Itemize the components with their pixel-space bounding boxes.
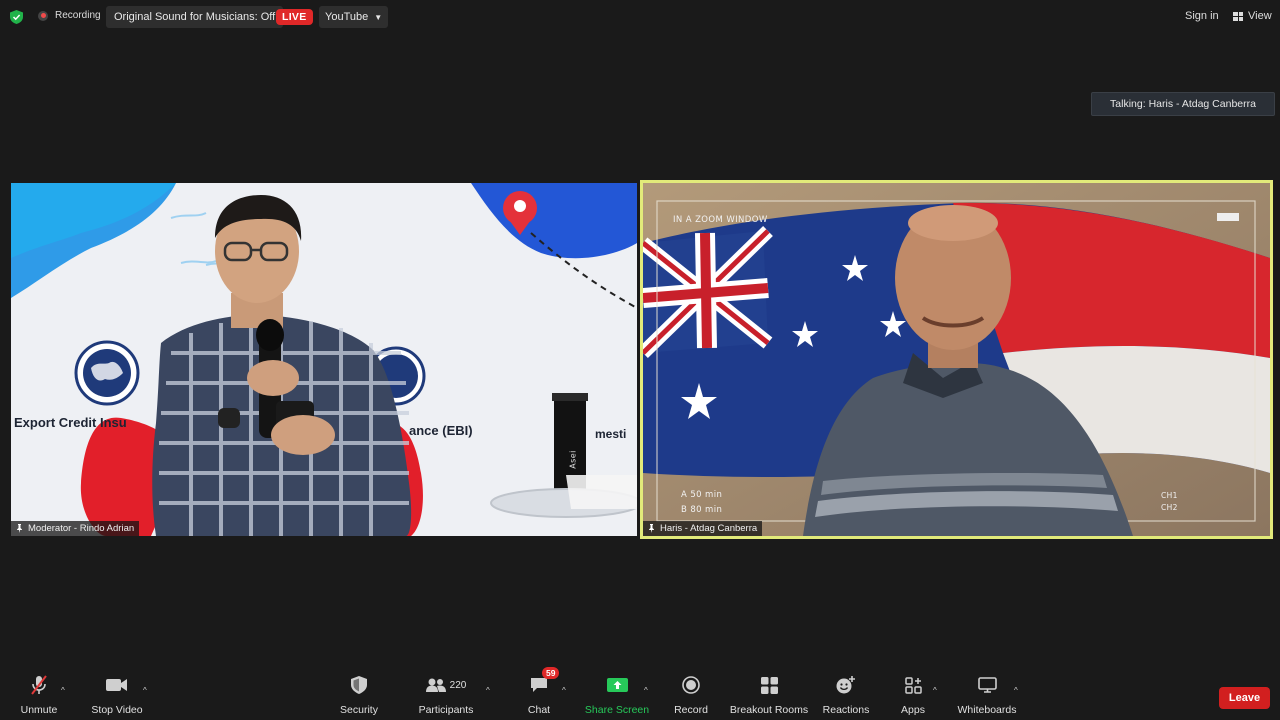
apps-button[interactable]: Apps <box>900 672 926 720</box>
participant-name-tag: Haris - Atdag Canberra <box>643 521 763 536</box>
record-button[interactable]: Record <box>674 672 708 720</box>
talking-indicator: Talking: Haris - Atdag Canberra <box>1091 92 1275 116</box>
leave-button[interactable]: Leave <box>1219 687 1270 709</box>
chat-label: Chat <box>527 704 551 716</box>
chat-bubble-icon <box>531 678 547 692</box>
security-shield-icon <box>351 676 367 694</box>
whiteboard-icon <box>977 677 997 693</box>
share-screen-label: Share Screen <box>584 704 650 716</box>
moderator-video-feed <box>11 183 637 536</box>
reactions-button[interactable]: Reactions <box>823 672 869 720</box>
video-camera-icon <box>106 679 127 691</box>
recording-label: Recording <box>55 10 101 21</box>
overlay-ch1: CH1 <box>1161 491 1178 500</box>
original-sound-button[interactable]: Original Sound for Musicians: Off <box>106 6 284 28</box>
whiteboards-options-caret-icon[interactable]: ^ <box>1014 686 1018 695</box>
banner-text-left: Export Credit Insu <box>14 415 127 430</box>
participant-name: Haris - Atdag Canberra <box>660 523 758 534</box>
whiteboards-label: Whiteboards <box>957 704 1017 716</box>
video-tile-moderator[interactable]: Export Credit Insu ance (EBI) mesti Asei… <box>11 183 637 536</box>
chat-button[interactable]: 59 Chat <box>524 667 560 720</box>
share-screen-button[interactable]: Share Screen <box>584 672 650 720</box>
breakout-rooms-icon <box>760 676 778 694</box>
view-button[interactable]: View <box>1233 10 1272 22</box>
live-badge[interactable]: LIVE <box>276 9 313 25</box>
apps-label: Apps <box>901 704 925 716</box>
top-bar: Recording Original Sound for Musicians: … <box>0 0 1280 34</box>
apps-icon <box>904 676 922 694</box>
share-options-caret-icon[interactable]: ^ <box>644 686 648 695</box>
share-screen-icon <box>606 678 628 692</box>
video-tile-active-speaker[interactable]: IN A ZOOM WINDOW A 50 min B 80 min CH1 C… <box>640 180 1273 539</box>
participants-options-caret-icon[interactable]: ^ <box>486 686 490 695</box>
signin-button[interactable]: Sign in <box>1185 10 1219 22</box>
pin-icon <box>17 524 22 533</box>
bottle-logo-text: Asei <box>568 450 578 469</box>
breakout-rooms-button[interactable]: Breakout Rooms <box>730 672 808 720</box>
video-options-caret-icon[interactable]: ^ <box>143 686 147 695</box>
recording-indicator[interactable]: Recording <box>38 10 101 21</box>
view-label: View <box>1248 10 1272 22</box>
unmute-label: Unmute <box>20 704 58 716</box>
security-label: Security <box>340 704 378 716</box>
breakout-rooms-label: Breakout Rooms <box>729 704 809 716</box>
participants-count: 220 <box>449 679 467 691</box>
recording-dot-icon <box>38 10 48 21</box>
reactions-label: Reactions <box>822 704 870 716</box>
whiteboards-button[interactable]: Whiteboards <box>957 672 1017 720</box>
caret-down-icon: ▼ <box>374 13 383 22</box>
security-button[interactable]: Security <box>339 672 379 720</box>
youtube-label: YouTube <box>325 11 369 23</box>
participants-button[interactable]: 220 Participants <box>419 672 473 720</box>
pin-icon <box>649 524 654 533</box>
view-grid-icon <box>1233 11 1243 21</box>
apps-options-caret-icon[interactable]: ^ <box>933 686 937 695</box>
encryption-shield-icon[interactable] <box>10 10 23 24</box>
reactions-smiley-icon <box>836 676 855 694</box>
speaker-video-feed <box>643 183 1270 536</box>
overlay-ch2: CH2 <box>1161 503 1178 512</box>
overlay-title: IN A ZOOM WINDOW <box>673 215 768 225</box>
chat-options-caret-icon[interactable]: ^ <box>562 686 566 695</box>
record-label: Record <box>674 704 708 716</box>
audio-options-caret-icon[interactable]: ^ <box>61 686 65 695</box>
youtube-dropdown[interactable]: YouTube ▼ <box>319 6 389 28</box>
unmute-button[interactable]: Unmute <box>20 672 58 720</box>
banner-text-far-right: mesti <box>595 427 627 441</box>
participants-icon <box>425 678 446 692</box>
banner-text-right: ance (EBI) <box>409 423 473 438</box>
microphone-muted-icon <box>31 675 47 695</box>
meeting-toolbar: Unmute ^ Stop Video ^ Security 220 Parti… <box>0 667 1280 720</box>
participant-name-tag: Moderator - Rindo Adrian <box>11 521 140 536</box>
chat-unread-badge: 59 <box>542 667 560 679</box>
stop-video-button[interactable]: Stop Video <box>90 672 144 720</box>
participants-label: Participants <box>418 704 474 716</box>
participant-name: Moderator - Rindo Adrian <box>28 523 135 534</box>
overlay-timer-a: A 50 min <box>681 490 723 500</box>
stop-video-label: Stop Video <box>91 704 143 716</box>
overlay-timer-b: B 80 min <box>681 505 723 515</box>
record-icon <box>682 676 700 694</box>
